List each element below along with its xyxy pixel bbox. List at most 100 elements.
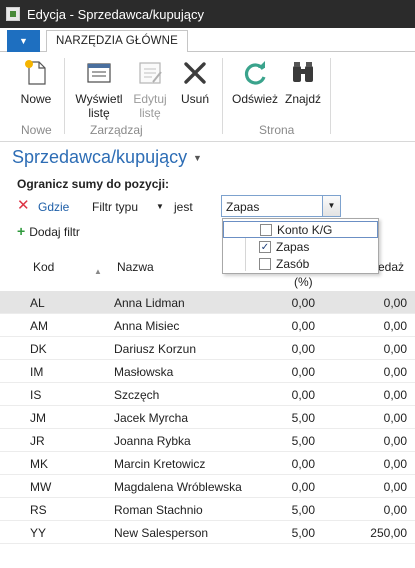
cell-name: Joanna Rybka <box>114 434 191 448</box>
cell-sales: 0,00 <box>383 296 407 310</box>
table-row[interactable]: RS Roman Stachnio 5,00 0,00 <box>0 498 415 521</box>
remove-filter-icon[interactable]: ✕ <box>17 198 30 213</box>
ribbon: Nowe Nowe Wyświetl listę Edytuj listę Us… <box>0 52 415 142</box>
checkbox[interactable] <box>259 258 271 270</box>
filter-heading: Ogranicz sumy do pozycji: <box>17 177 170 191</box>
group-label-manage: Zarządzaj <box>90 123 143 137</box>
cell-sales: 0,00 <box>383 411 407 425</box>
cell-name: New Salesperson <box>114 526 209 540</box>
cell-pct: 0,00 <box>291 365 315 379</box>
ribbon-tab-bar: ▼ NARZĘDZIA GŁÓWNE <box>0 28 415 53</box>
table-row[interactable]: MW Magdalena Wróblewska 0,00 0,00 <box>0 475 415 498</box>
grid-rows: AL Anna Lidman 0,00 0,00 AM Anna Misiec 0,00 0,… <box>0 291 415 544</box>
edit-list-icon <box>135 58 165 88</box>
dropdown-option[interactable]: Zasób <box>223 256 378 273</box>
filter-value: Zapas <box>226 200 260 214</box>
group-divider <box>222 58 223 134</box>
cell-code: DK <box>30 342 47 356</box>
window-title: Edycja - Sprzedawca/kupujący <box>27 6 205 22</box>
cell-pct: 0,00 <box>291 342 315 356</box>
filter-value-combobox[interactable]: Zapas ▼ <box>221 195 341 217</box>
view-list-button[interactable]: Wyświetl listę <box>72 58 126 120</box>
delete-icon <box>180 58 210 88</box>
cell-pct: 5,00 <box>291 526 315 540</box>
cell-name: Magdalena Wróblewska <box>114 480 242 494</box>
add-filter-button[interactable]: + Dodaj filtr <box>17 223 80 239</box>
group-divider <box>330 58 331 134</box>
column-header-name[interactable]: Nazwa <box>117 260 154 274</box>
cell-pct: 0,00 <box>291 319 315 333</box>
cell-code: JR <box>30 434 45 448</box>
cell-name: Jacek Myrcha <box>114 411 189 425</box>
cell-pct: 5,00 <box>291 411 315 425</box>
chevron-down-icon[interactable]: ▼ <box>193 153 202 163</box>
cell-sales: 250,00 <box>370 526 407 540</box>
cell-code: RS <box>30 503 47 517</box>
table-row[interactable]: IS Szczęch 0,00 0,00 <box>0 383 415 406</box>
column-header-pct[interactable]: (%) <box>294 275 313 289</box>
table-row[interactable]: JR Joanna Rybka 5,00 0,00 <box>0 429 415 452</box>
cell-sales: 0,00 <box>383 457 407 471</box>
cell-sales: 0,00 <box>383 388 407 402</box>
refresh-icon <box>240 58 270 88</box>
cell-code: IM <box>30 365 44 379</box>
app-icon <box>6 7 20 21</box>
cell-name: Szczęch <box>114 388 160 402</box>
cell-pct: 5,00 <box>291 503 315 517</box>
cell-code: MW <box>30 480 52 494</box>
where-label: Gdzie <box>38 200 70 214</box>
cell-name: Dariusz Korzun <box>114 342 197 356</box>
table-row[interactable]: AM Anna Misiec 0,00 0,00 <box>0 314 415 337</box>
group-divider <box>64 58 65 134</box>
refresh-button[interactable]: Odśwież <box>230 58 280 106</box>
cell-sales: 0,00 <box>383 434 407 448</box>
column-header-code[interactable]: Kod <box>33 260 54 274</box>
cell-code: JM <box>30 411 46 425</box>
plus-icon: + <box>17 223 26 239</box>
binoculars-icon <box>288 58 318 88</box>
table-row[interactable]: IM Masłowska 0,00 0,00 <box>0 360 415 383</box>
cell-name: Roman Stachnio <box>114 503 203 517</box>
cell-pct: 5,00 <box>291 434 315 448</box>
cell-name: Anna Lidman <box>114 296 185 310</box>
table-row[interactable]: JM Jacek Myrcha 5,00 0,00 <box>0 406 415 429</box>
group-label-new: Nowe <box>21 123 52 137</box>
checkbox[interactable] <box>260 224 272 236</box>
delete-button[interactable]: Usuń <box>176 58 214 106</box>
page-title[interactable]: Sprzedawca/kupujący <box>12 147 187 168</box>
table-row[interactable]: DK Dariusz Korzun 0,00 0,00 <box>0 337 415 360</box>
dropdown-toggle-button[interactable]: ▼ <box>322 196 340 216</box>
column-header-sales[interactable]: edaż <box>378 260 404 274</box>
cell-sales: 0,00 <box>383 503 407 517</box>
new-button[interactable]: Nowe <box>12 58 60 106</box>
edit-list-button[interactable]: Edytuj listę <box>128 58 172 120</box>
title-bar: Edycja - Sprzedawca/kupujący <box>0 0 415 28</box>
view-list-icon <box>84 58 114 88</box>
table-row[interactable]: YY New Salesperson 5,00 250,00 <box>0 521 415 544</box>
cell-code: AM <box>30 319 48 333</box>
chevron-down-icon[interactable]: ▼ <box>156 202 164 211</box>
cell-sales: 0,00 <box>383 480 407 494</box>
cell-code: AL <box>30 296 45 310</box>
app-menu-button[interactable]: ▼ <box>7 30 40 52</box>
group-label-page: Strona <box>259 123 295 137</box>
filter-operator: jest <box>174 200 193 214</box>
cell-pct: 0,00 <box>291 296 315 310</box>
filter-field-select[interactable]: Filtr typu <box>92 200 138 214</box>
cell-sales: 0,00 <box>383 319 407 333</box>
cell-pct: 0,00 <box>291 457 315 471</box>
tab-home[interactable]: NARZĘDZIA GŁÓWNE <box>46 30 189 53</box>
table-row[interactable]: AL Anna Lidman 0,00 0,00 <box>0 291 415 314</box>
cell-name: Masłowska <box>114 365 174 379</box>
cell-sales: 0,00 <box>383 365 407 379</box>
find-button[interactable]: Znajdź <box>282 58 324 106</box>
new-document-icon <box>21 58 51 88</box>
cell-name: Marcin Kretowicz <box>114 457 206 471</box>
dropdown-option[interactable]: ✓ Zapas <box>223 239 378 256</box>
cell-code: MK <box>30 457 48 471</box>
dropdown-option[interactable]: Konto K/G <box>223 221 378 238</box>
sort-ascending-icon: ▲ <box>94 267 102 276</box>
cell-sales: 0,00 <box>383 342 407 356</box>
table-row[interactable]: MK Marcin Kretowicz 0,00 0,00 <box>0 452 415 475</box>
checkbox[interactable]: ✓ <box>259 241 271 253</box>
